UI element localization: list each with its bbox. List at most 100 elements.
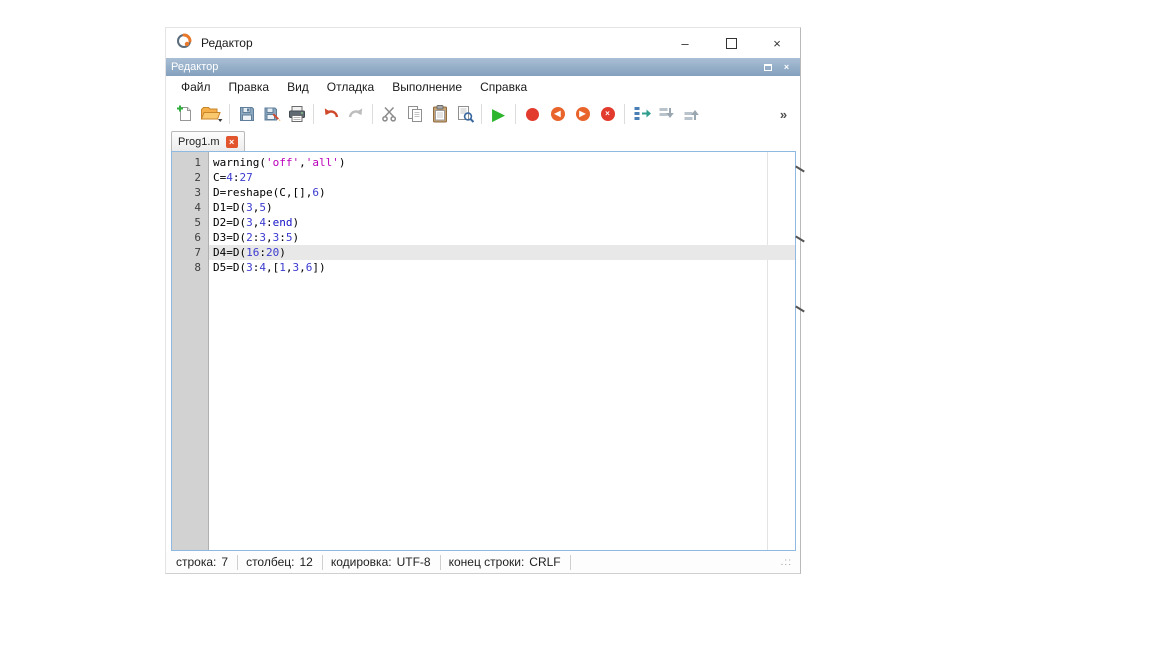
redo-icon: [346, 104, 366, 124]
new-file-icon: [175, 104, 195, 124]
code-token: ): [279, 246, 286, 259]
window-titlebar[interactable]: Редактор –×: [166, 28, 800, 58]
step-in-button[interactable]: [654, 101, 679, 127]
menu-item-debug[interactable]: Отладка: [318, 77, 383, 97]
line-number[interactable]: 4: [172, 200, 208, 215]
line-number[interactable]: 8: [172, 260, 208, 275]
maximize-button[interactable]: [708, 28, 754, 58]
paste-icon: [430, 104, 450, 124]
redo-button[interactable]: [343, 101, 368, 127]
code-line[interactable]: D3=D(2:3,3:5): [209, 230, 795, 245]
toolbar-divider: [229, 104, 230, 124]
status-label-line: строка:: [176, 555, 216, 569]
code-line[interactable]: C=4:27: [209, 170, 795, 185]
code-token: 1: [279, 261, 286, 274]
undock-icon: [764, 64, 772, 71]
paste-button[interactable]: [427, 101, 452, 127]
code-token: :: [233, 171, 240, 184]
cut-icon: [380, 104, 400, 124]
code-token: :: [279, 231, 286, 244]
breakpoint-next-button[interactable]: ▶: [570, 101, 595, 127]
menu-item-file[interactable]: Файл: [172, 77, 220, 97]
copy-icon: [405, 104, 425, 124]
undo-button[interactable]: [318, 101, 343, 127]
line-number-gutter: 12345678: [172, 152, 209, 550]
minimize-icon: –: [681, 36, 688, 51]
copy-button[interactable]: [402, 101, 427, 127]
line-number[interactable]: 5: [172, 215, 208, 230]
find-button[interactable]: [452, 101, 477, 127]
code-token: ): [266, 201, 273, 214]
toolbar-divider: [624, 104, 625, 124]
line-number[interactable]: 3: [172, 185, 208, 200]
code-token: 'all': [306, 156, 339, 169]
overflow-chevron-button[interactable]: »: [771, 101, 796, 127]
dock-icons: ×: [759, 60, 795, 74]
resize-grip[interactable]: .::: [781, 557, 792, 568]
step-button[interactable]: [629, 101, 654, 127]
save-button[interactable]: [234, 101, 259, 127]
step-in-icon: [657, 104, 677, 124]
breakpoint-prev-button[interactable]: ◀: [545, 101, 570, 127]
new-file-button[interactable]: [172, 101, 197, 127]
code-line[interactable]: D1=D(3,5): [209, 200, 795, 215]
code-line[interactable]: warning('off','all'): [209, 155, 795, 170]
code-token: 'off': [266, 156, 299, 169]
step-out-button[interactable]: [679, 101, 704, 127]
code-line[interactable]: D=reshape(C,[],6): [209, 185, 795, 200]
run-button[interactable]: ▶: [486, 101, 511, 127]
tab-prog1[interactable]: Prog1.m ×: [171, 131, 245, 151]
status-label-column: столбец:: [246, 555, 294, 569]
line-number[interactable]: 6: [172, 230, 208, 245]
status-field-column: столбец:12: [238, 555, 323, 570]
print-button[interactable]: [284, 101, 309, 127]
dock-close-button[interactable]: ×: [778, 60, 795, 74]
code-token: 3: [246, 201, 253, 214]
code-token: C=: [213, 171, 226, 184]
save-as-button[interactable]: [259, 101, 284, 127]
status-field-encoding: кодировка:UTF-8: [323, 555, 441, 570]
open-folder-icon: [199, 104, 223, 124]
code-line[interactable]: D4=D(16:20): [209, 245, 795, 260]
step-out-icon: [682, 104, 702, 124]
toolbar-divider: [481, 104, 482, 124]
code-line[interactable]: D5=D(3:4,[1,3,6]): [209, 260, 795, 275]
line-number[interactable]: 7: [172, 245, 208, 260]
menu-item-edit[interactable]: Правка: [220, 77, 279, 97]
save-as-icon: [262, 104, 282, 124]
maximize-icon: [726, 38, 737, 49]
code-token: 4: [259, 261, 266, 274]
breakpoint-toggle-button[interactable]: [520, 101, 545, 127]
close-button[interactable]: ×: [754, 28, 800, 58]
save-icon: [237, 104, 257, 124]
toolbar: ▶◀▶×»: [166, 98, 800, 130]
menu-item-run[interactable]: Выполнение: [383, 77, 471, 97]
menu-item-help[interactable]: Справка: [471, 77, 536, 97]
breakpoint-prev-icon: ◀: [551, 107, 565, 121]
code-token: D1=D(: [213, 201, 246, 214]
dock-titlebar[interactable]: Редактор ×: [166, 58, 800, 76]
window-controls: –×: [662, 28, 800, 58]
code-token: ): [319, 186, 326, 199]
code-editor: 12345678 warning('off','all')C=4:27D=res…: [171, 151, 796, 551]
code-token: 20: [266, 246, 279, 259]
cut-button[interactable]: [377, 101, 402, 127]
code-token: warning(: [213, 156, 266, 169]
menu-item-view[interactable]: Вид: [278, 77, 318, 97]
undock-button[interactable]: [759, 60, 776, 74]
toolbar-divider: [372, 104, 373, 124]
tab-close-icon[interactable]: ×: [226, 136, 238, 148]
tab-bar: Prog1.m ×: [166, 130, 800, 151]
code-token: 16: [246, 246, 259, 259]
line-number[interactable]: 2: [172, 170, 208, 185]
code-token: D2=D(: [213, 216, 246, 229]
code-area[interactable]: warning('off','all')C=4:27D=reshape(C,[]…: [209, 152, 795, 550]
open-folder-button[interactable]: [197, 101, 225, 127]
code-token: 2: [246, 231, 253, 244]
line-number[interactable]: 1: [172, 155, 208, 170]
breakpoint-clear-button[interactable]: ×: [595, 101, 620, 127]
code-token: 6: [312, 186, 319, 199]
code-line[interactable]: D2=D(3,4:end): [209, 215, 795, 230]
minimize-button[interactable]: –: [662, 28, 708, 58]
code-token: 3: [259, 231, 266, 244]
